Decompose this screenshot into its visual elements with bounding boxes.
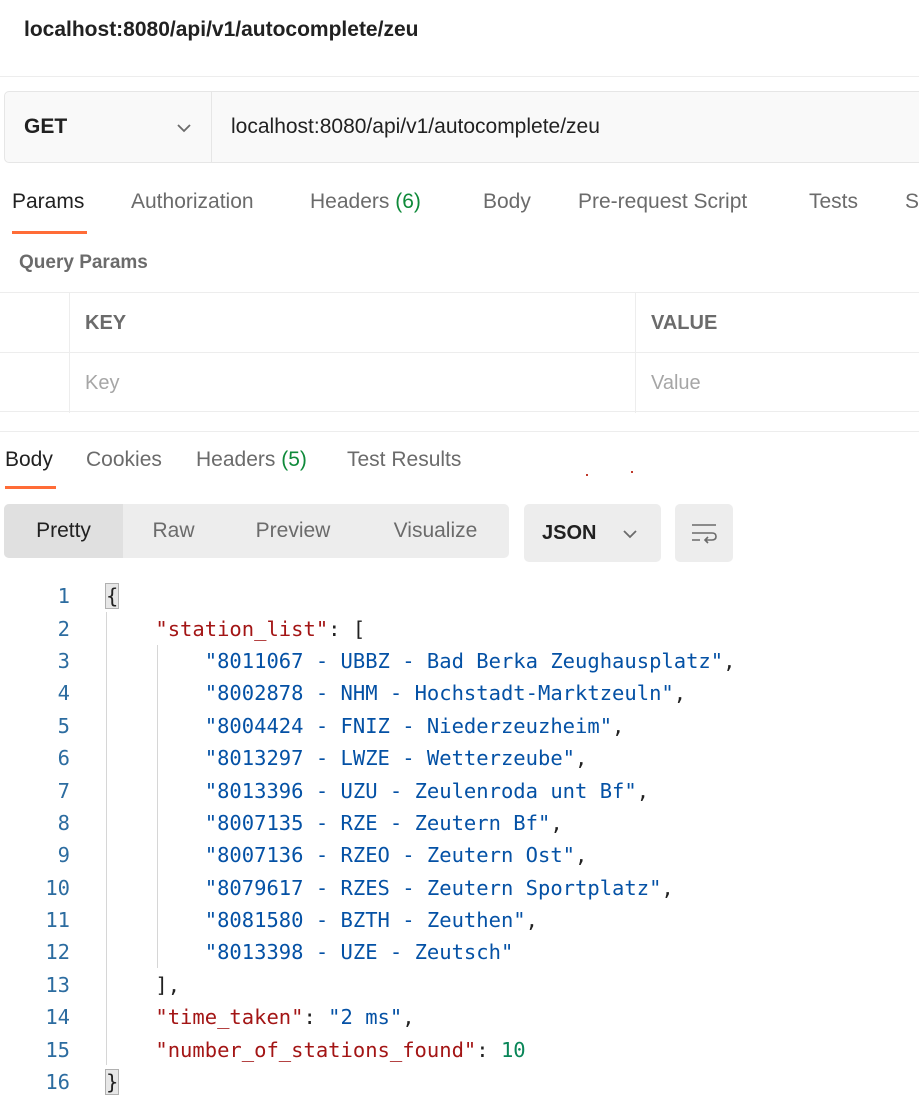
line-number: 11: [45, 908, 70, 933]
wrap-lines-button[interactable]: [675, 504, 733, 562]
tab-tests[interactable]: Tests: [809, 190, 858, 214]
view-raw-button[interactable]: Raw: [123, 504, 224, 558]
code-line: 7 "8013396 - UZU - Zeulenroda unt Bf",: [0, 774, 919, 806]
json-string: "8013297 - LWZE - Wetterzeube": [204, 746, 576, 771]
json-string: "8013398 - UZE - Zeutsch": [204, 940, 514, 965]
request-tabs: Params Authorization Headers (6) Body Pr…: [0, 190, 919, 238]
json-string: "8079617 - RZES - Zeutern Sportplatz": [204, 875, 662, 900]
code-line: 5 "8004424 - FNIZ - Niederzeuzheim",: [0, 710, 919, 742]
code-line: 8 "8007135 - RZE - Zeutern Bf",: [0, 807, 919, 839]
code-line: 3 "8011067 - UBBZ - Bad Berka Zeughauspl…: [0, 645, 919, 677]
headers-count-badge: (6): [395, 190, 421, 213]
tab-pre-request-script[interactable]: Pre-request Script: [578, 190, 747, 214]
value-column-header: VALUE: [651, 311, 718, 334]
code-line: 6 "8013297 - LWZE - Wetterzeube",: [0, 742, 919, 774]
table-header-row: KEY VALUE: [0, 292, 919, 353]
json-string: "2 ms": [328, 1005, 403, 1030]
json-number: 10: [500, 1037, 526, 1062]
json-string: "8007136 - RZEO - Zeutern Ost": [204, 843, 576, 868]
chevron-down-icon: [623, 530, 637, 539]
json-string: "8007135 - RZE - Zeutern Bf": [204, 810, 551, 835]
code-line: 2 "station_list": [: [0, 612, 919, 644]
code-line: 13 ],: [0, 969, 919, 1001]
view-pretty-button[interactable]: Pretty: [4, 504, 123, 558]
tab-settings[interactable]: S: [905, 190, 919, 214]
line-number: 9: [57, 843, 70, 868]
line-number: 16: [45, 1070, 70, 1095]
json-string: "8004424 - FNIZ - Niederzeuzheim": [204, 713, 613, 738]
active-tab-indicator: [12, 231, 87, 234]
line-number: 8: [57, 810, 70, 835]
line-number: 2: [57, 616, 70, 641]
active-response-tab-indicator: [5, 486, 56, 489]
query-params-table: KEY VALUE Key Value: [0, 292, 919, 413]
line-number: 1: [57, 584, 70, 609]
view-preview-button[interactable]: Preview: [224, 504, 362, 558]
value-input[interactable]: Value: [636, 353, 919, 413]
tab-body[interactable]: Body: [483, 190, 531, 214]
view-mode-switcher: Pretty Raw Preview Visualize: [4, 504, 509, 558]
format-label: JSON: [542, 521, 597, 544]
response-tab-cookies[interactable]: Cookies: [86, 448, 162, 472]
line-number: 5: [57, 713, 70, 738]
status-dot: [631, 471, 633, 473]
response-code-viewer[interactable]: 1{ 2 "station_list": [ 3 "8011067 - UBBZ…: [0, 580, 919, 1098]
key-column-header: KEY: [70, 293, 636, 353]
method-label: GET: [24, 115, 68, 138]
request-bar: GET localhost:8080/api/v1/autocomplete/z…: [4, 91, 919, 163]
request-title: localhost:8080/api/v1/autocomplete/zeu: [24, 18, 419, 41]
wrap-lines-icon: [692, 524, 717, 544]
url-input[interactable]: localhost:8080/api/v1/autocomplete/zeu: [212, 92, 600, 162]
line-number: 3: [57, 648, 70, 673]
response-tab-test-results[interactable]: Test Results: [347, 448, 461, 472]
query-params-title: Query Params: [19, 252, 148, 273]
tab-headers[interactable]: Headers (6): [310, 190, 421, 214]
title-divider: [0, 76, 919, 77]
row-checkbox-cell: [0, 353, 70, 413]
line-number: 14: [45, 1005, 70, 1030]
code-line: 15 "number_of_stations_found": 10: [0, 1033, 919, 1065]
json-string: "8011067 - UBBZ - Bad Berka Zeughausplat…: [204, 648, 724, 673]
code-line: 12 "8013398 - UZE - Zeutsch": [0, 936, 919, 968]
code-line: 1{: [0, 580, 919, 612]
json-key: "station_list": [155, 616, 329, 641]
code-line: 9 "8007136 - RZEO - Zeutern Ost",: [0, 839, 919, 871]
json-string: "8013396 - UZU - Zeulenroda unt Bf": [204, 778, 637, 803]
chevron-down-icon: [177, 124, 191, 133]
tab-authorization[interactable]: Authorization: [131, 190, 254, 214]
format-select[interactable]: JSON: [524, 504, 661, 562]
open-brace: {: [104, 583, 120, 610]
line-number: 12: [45, 940, 70, 965]
line-number: 7: [57, 778, 70, 803]
close-brace: }: [104, 1069, 120, 1096]
code-line: 16}: [0, 1066, 919, 1098]
json-string: "8081580 - BZTH - Zeuthen": [204, 908, 526, 933]
line-number: 6: [57, 746, 70, 771]
line-number: 13: [45, 972, 70, 997]
key-input[interactable]: Key: [70, 353, 636, 413]
table-row: Key Value: [0, 352, 919, 413]
line-number: 10: [45, 875, 70, 900]
response-tab-headers[interactable]: Headers (5): [196, 448, 307, 472]
code-line: 4 "8002878 - NHM - Hochstadt-Marktzeuln"…: [0, 677, 919, 709]
view-visualize-button[interactable]: Visualize: [362, 504, 509, 558]
json-key: "number_of_stations_found": [155, 1037, 477, 1062]
checkbox-column: [0, 293, 70, 353]
line-number: 4: [57, 681, 70, 706]
response-headers-label: Headers: [196, 448, 276, 471]
status-dot: [586, 474, 588, 476]
code-line: 14 "time_taken": "2 ms",: [0, 1001, 919, 1033]
tab-headers-label: Headers: [310, 190, 390, 213]
code-line: 11 "8081580 - BZTH - Zeuthen",: [0, 904, 919, 936]
line-number: 15: [45, 1037, 70, 1062]
response-headers-count-badge: (5): [281, 448, 307, 471]
code-line: 10 "8079617 - RZES - Zeutern Sportplatz"…: [0, 872, 919, 904]
response-tabs: Body Cookies Headers (5) Test Results: [0, 448, 919, 492]
tab-params[interactable]: Params: [12, 190, 84, 214]
response-tab-body[interactable]: Body: [5, 448, 53, 472]
method-select[interactable]: GET: [5, 92, 212, 162]
json-string: "8002878 - NHM - Hochstadt-Marktzeuln": [204, 681, 674, 706]
section-divider: [0, 431, 919, 432]
json-key: "time_taken": [155, 1005, 304, 1030]
